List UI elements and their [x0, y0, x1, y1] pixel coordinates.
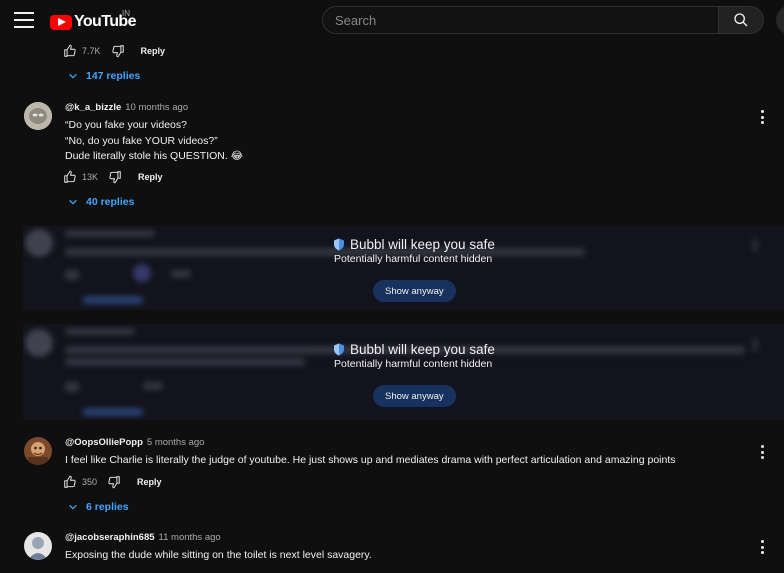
search-icon	[734, 13, 748, 27]
more-vert-icon[interactable]	[757, 445, 767, 459]
replies-count: 40 replies	[86, 196, 135, 208]
menu-icon-bar	[14, 12, 34, 14]
reply-button[interactable]: Reply	[137, 477, 162, 487]
chevron-down-icon	[69, 73, 77, 79]
comment-header: @k_a_bizzle 10 months ago	[65, 102, 188, 113]
like-count: 13K	[82, 172, 99, 182]
dislike-button[interactable]	[108, 170, 122, 184]
youtube-play-icon	[50, 14, 72, 30]
country-code: IN	[122, 9, 130, 18]
comment-author[interactable]: @jacobseraphin685	[65, 532, 155, 543]
comment-author[interactable]: @OopsOlliePopp	[65, 437, 143, 448]
comment-header: @OopsOlliePopp 5 months ago	[65, 437, 204, 448]
safe-subtitle: Potentially harmful content hidden	[334, 358, 493, 370]
safe-title: Bubbl will keep you safe	[333, 237, 495, 252]
comment-actions: 350 Reply	[63, 475, 162, 489]
thumbs-down-icon	[111, 45, 124, 58]
avatar[interactable]	[24, 102, 52, 130]
view-replies-link[interactable]: 6 replies	[68, 501, 129, 513]
show-anyway-button[interactable]: Show anyway	[373, 385, 456, 407]
like-count: 350	[82, 477, 98, 487]
comment-line: Exposing the dude while sitting on the t…	[65, 549, 372, 561]
menu-icon-bar	[14, 19, 34, 21]
like-count: 7.7K	[82, 46, 101, 56]
thumbs-down-icon	[109, 171, 121, 184]
search-box	[322, 6, 720, 34]
comment-line: “Do you fake your videos?	[65, 119, 187, 131]
dislike-button[interactable]	[107, 475, 121, 489]
avatar-image	[24, 532, 52, 560]
safe-overlay: Bubbl will keep you safe Potentially har…	[23, 324, 784, 420]
view-replies-link[interactable]: 40 replies	[68, 196, 134, 208]
comment-text: I feel like Charlie is literally the jud…	[65, 453, 676, 469]
menu-button[interactable]	[14, 12, 34, 28]
hidden-comment-overlay: Bubbl will keep you safe Potentially har…	[23, 324, 784, 420]
voice-search-button[interactable]	[776, 5, 784, 35]
reply-button[interactable]: Reply	[138, 172, 163, 182]
reply-button[interactable]: Reply	[141, 46, 166, 56]
like-button[interactable]	[63, 44, 77, 58]
more-vert-icon[interactable]	[757, 540, 767, 554]
comment-header: @jacobseraphin685 11 months ago	[65, 532, 221, 543]
comment-time[interactable]: 5 months ago	[147, 437, 205, 448]
comment-text: “Do you fake your videos? “No, do you fa…	[65, 118, 243, 165]
comment-text: Exposing the dude while sitting on the t…	[65, 548, 372, 564]
replies-count: 6 replies	[86, 501, 129, 513]
show-anyway-button[interactable]: Show anyway	[373, 280, 456, 302]
like-button[interactable]	[63, 170, 77, 184]
thumbs-up-icon	[64, 170, 76, 183]
comment-line: I feel like Charlie is literally the jud…	[65, 454, 676, 466]
comment-actions: 7.7K Reply	[63, 44, 165, 58]
avatar[interactable]	[24, 437, 52, 465]
shield-icon	[334, 343, 344, 356]
comment-line: “No, do you fake YOUR videos?”	[65, 134, 218, 147]
comment-time[interactable]: 10 months ago	[125, 102, 188, 113]
comment-actions: 13K Reply	[63, 170, 163, 184]
comment-line: Dude literally stole his QUESTION. 😂	[65, 150, 243, 162]
search-button[interactable]	[718, 6, 764, 34]
chevron-down-icon	[69, 504, 77, 510]
safe-title-text: Bubbl will keep you safe	[350, 342, 495, 357]
avatar-image	[24, 102, 52, 130]
menu-icon-bar	[14, 26, 34, 28]
shield-icon	[334, 238, 344, 251]
comment-author[interactable]: @k_a_bizzle	[65, 102, 121, 113]
avatar-image	[24, 437, 52, 465]
comment-time[interactable]: 11 months ago	[159, 532, 221, 543]
safe-title-text: Bubbl will keep you safe	[350, 237, 495, 252]
avatar[interactable]	[24, 532, 52, 560]
replies-count: 147 replies	[86, 70, 141, 82]
thumbs-up-icon	[64, 475, 76, 488]
safe-subtitle: Potentially harmful content hidden	[334, 253, 493, 265]
thumbs-up-icon	[64, 44, 76, 57]
chevron-down-icon	[69, 199, 77, 205]
safe-title: Bubbl will keep you safe	[333, 342, 495, 357]
search-input[interactable]	[323, 7, 695, 33]
hidden-comment-overlay: Bubbl will keep you safe Potentially har…	[23, 226, 784, 310]
like-button[interactable]	[63, 475, 77, 489]
safe-overlay: Bubbl will keep you safe Potentially har…	[23, 226, 784, 310]
dislike-button[interactable]	[111, 44, 125, 58]
more-vert-icon[interactable]	[757, 110, 767, 124]
view-replies-link[interactable]: 147 replies	[68, 70, 140, 82]
thumbs-down-icon	[108, 476, 120, 489]
